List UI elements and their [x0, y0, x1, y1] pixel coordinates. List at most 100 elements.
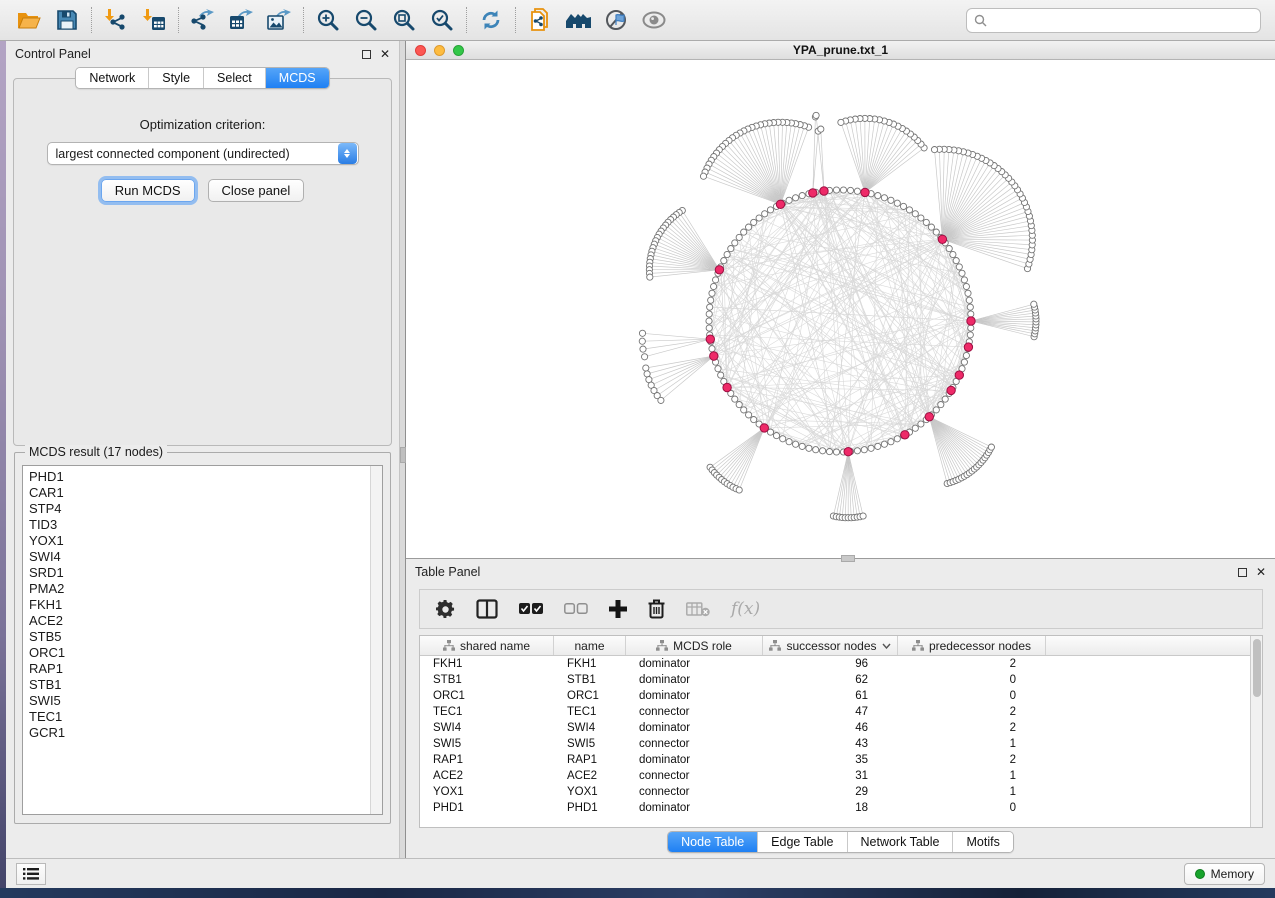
tab-node-table[interactable]: Node Table — [668, 832, 758, 852]
zoom-fit-button[interactable] — [385, 4, 423, 36]
refresh-icon — [479, 8, 503, 32]
tab-mcds[interactable]: MCDS — [266, 68, 329, 88]
close-table-panel-icon[interactable]: ✕ — [1256, 568, 1266, 577]
save-session-button[interactable] — [48, 4, 86, 36]
mcds-result-item[interactable]: FKH1 — [29, 597, 382, 613]
plus-icon — [609, 600, 627, 618]
tab-network[interactable]: Network — [76, 68, 149, 88]
cell-MCDS-role: connector — [626, 770, 763, 782]
result-list-scrollbar[interactable] — [370, 466, 382, 814]
memory-button[interactable]: Memory — [1184, 863, 1265, 885]
zoom-out-icon — [354, 8, 378, 32]
mcds-result-item[interactable]: STB1 — [29, 677, 382, 693]
table-row-SWI5[interactable]: SWI5SWI5connector431 — [420, 736, 1262, 752]
mcds-result-item[interactable]: CAR1 — [29, 485, 382, 501]
export-network-button[interactable] — [184, 4, 222, 36]
unchecked-boxes-icon — [564, 603, 588, 615]
tab-edge-table[interactable]: Edge Table — [758, 832, 847, 852]
search-field[interactable] — [966, 8, 1261, 33]
mcds-result-item[interactable]: PMA2 — [29, 581, 382, 597]
column-tree-icon — [656, 640, 668, 651]
zoom-in-button[interactable] — [309, 4, 347, 36]
mcds-result-item[interactable]: STB5 — [29, 629, 382, 645]
float-panel-icon[interactable] — [362, 50, 371, 59]
control-panel-title: Control Panel — [15, 47, 362, 61]
zoom-out-button[interactable] — [347, 4, 385, 36]
sort-desc-icon — [882, 643, 891, 649]
export-table-button[interactable] — [222, 4, 260, 36]
table-row-STB1[interactable]: STB1STB1dominator620 — [420, 672, 1262, 688]
column-header-name[interactable]: name — [554, 636, 626, 655]
first-neighbors-button[interactable] — [559, 4, 597, 36]
mcds-result-item[interactable]: RAP1 — [29, 661, 382, 677]
table-scrollbar[interactable] — [1250, 636, 1262, 827]
network-view-window: YPA_prune.txt_1 — [406, 41, 1275, 559]
table-row-YOX1[interactable]: YOX1YOX1connector291 — [420, 784, 1262, 800]
mcds-result-list[interactable]: PHD1CAR1STP4TID3YOX1SWI4SRD1PMA2FKH1ACE2… — [22, 465, 383, 815]
mcds-result-item[interactable]: SWI5 — [29, 693, 382, 709]
zoom-in-icon — [316, 8, 340, 32]
tab-motifs[interactable]: Motifs — [953, 832, 1012, 852]
select-all-button[interactable] — [519, 603, 543, 615]
mcds-result-item[interactable]: SRD1 — [29, 565, 382, 581]
column-header-predecessor-nodes[interactable]: predecessor nodes — [898, 636, 1046, 655]
table-row-TEC1[interactable]: TEC1TEC1connector472 — [420, 704, 1262, 720]
show-all-button[interactable] — [635, 4, 673, 36]
node-table: shared namenameMCDS rolesuccessor nodesp… — [419, 635, 1263, 828]
open-session-button[interactable] — [10, 4, 48, 36]
column-header-MCDS-role[interactable]: MCDS role — [626, 636, 763, 655]
table-row-ACE2[interactable]: ACE2ACE2connector311 — [420, 768, 1262, 784]
refresh-view-button[interactable] — [472, 4, 510, 36]
horizontal-splitter-grip[interactable] — [841, 555, 855, 562]
export-image-button[interactable] — [260, 4, 298, 36]
task-history-button[interactable] — [16, 863, 46, 885]
cell-name: SWI5 — [554, 738, 626, 750]
network-graph[interactable] — [406, 60, 1275, 563]
run-mcds-button[interactable]: Run MCDS — [101, 179, 195, 202]
network-canvas[interactable] — [406, 60, 1275, 558]
import-network-icon — [103, 8, 129, 32]
zoom-selected-button[interactable] — [423, 4, 461, 36]
add-column-button[interactable] — [609, 600, 627, 618]
mcds-result-item[interactable]: SWI4 — [29, 549, 382, 565]
mcds-result-item[interactable]: STP4 — [29, 501, 382, 517]
table-mode-gear-button[interactable] — [436, 600, 455, 619]
close-panel-icon[interactable]: ✕ — [380, 50, 390, 59]
unselect-all-button[interactable] — [564, 603, 588, 615]
hide-selected-button[interactable] — [597, 4, 635, 36]
mcds-result-item[interactable]: ACE2 — [29, 613, 382, 629]
table-row-PHD1[interactable]: PHD1PHD1dominator180 — [420, 800, 1262, 816]
table-scrollbar-thumb[interactable] — [1253, 639, 1261, 697]
table-row-SWI4[interactable]: SWI4SWI4dominator462 — [420, 720, 1262, 736]
column-header-successor-nodes[interactable]: successor nodes — [763, 636, 898, 655]
tab-select[interactable]: Select — [204, 68, 266, 88]
table-panel-header: Table Panel ✕ — [406, 559, 1275, 585]
tab-network-table[interactable]: Network Table — [848, 832, 954, 852]
table-row-ORC1[interactable]: ORC1ORC1dominator610 — [420, 688, 1262, 704]
cell-shared-name: TEC1 — [420, 706, 554, 718]
table-row-FKH1[interactable]: FKH1FKH1dominator962 — [420, 656, 1262, 672]
table-tabs: Node TableEdge TableNetwork TableMotifs — [406, 828, 1275, 858]
cell-MCDS-role: connector — [626, 738, 763, 750]
mcds-result-item[interactable]: PHD1 — [29, 469, 382, 485]
mcds-result-item[interactable]: TID3 — [29, 517, 382, 533]
tab-style[interactable]: Style — [149, 68, 204, 88]
mcds-result-item[interactable]: ORC1 — [29, 645, 382, 661]
mcds-result-item[interactable]: YOX1 — [29, 533, 382, 549]
search-input[interactable] — [992, 12, 1253, 28]
mcds-result-item[interactable]: TEC1 — [29, 709, 382, 725]
status-bar: Memory — [6, 858, 1275, 888]
mcds-result-item[interactable]: GCR1 — [29, 725, 382, 741]
close-panel-button[interactable]: Close panel — [208, 179, 305, 202]
delete-column-button[interactable] — [648, 599, 665, 619]
import-table-button[interactable] — [135, 4, 173, 36]
new-network-from-selection-button[interactable] — [521, 4, 559, 36]
toolbar-separator — [178, 7, 179, 33]
table-row-RAP1[interactable]: RAP1RAP1dominator352 — [420, 752, 1262, 768]
float-table-panel-icon[interactable] — [1238, 568, 1247, 577]
optimization-criterion-dropdown[interactable]: largest connected component (undirected) — [47, 142, 359, 165]
column-visibility-button[interactable] — [476, 599, 498, 619]
import-network-button[interactable] — [97, 4, 135, 36]
column-header-shared-name[interactable]: shared name — [420, 636, 554, 655]
save-floppy-icon — [56, 9, 78, 31]
